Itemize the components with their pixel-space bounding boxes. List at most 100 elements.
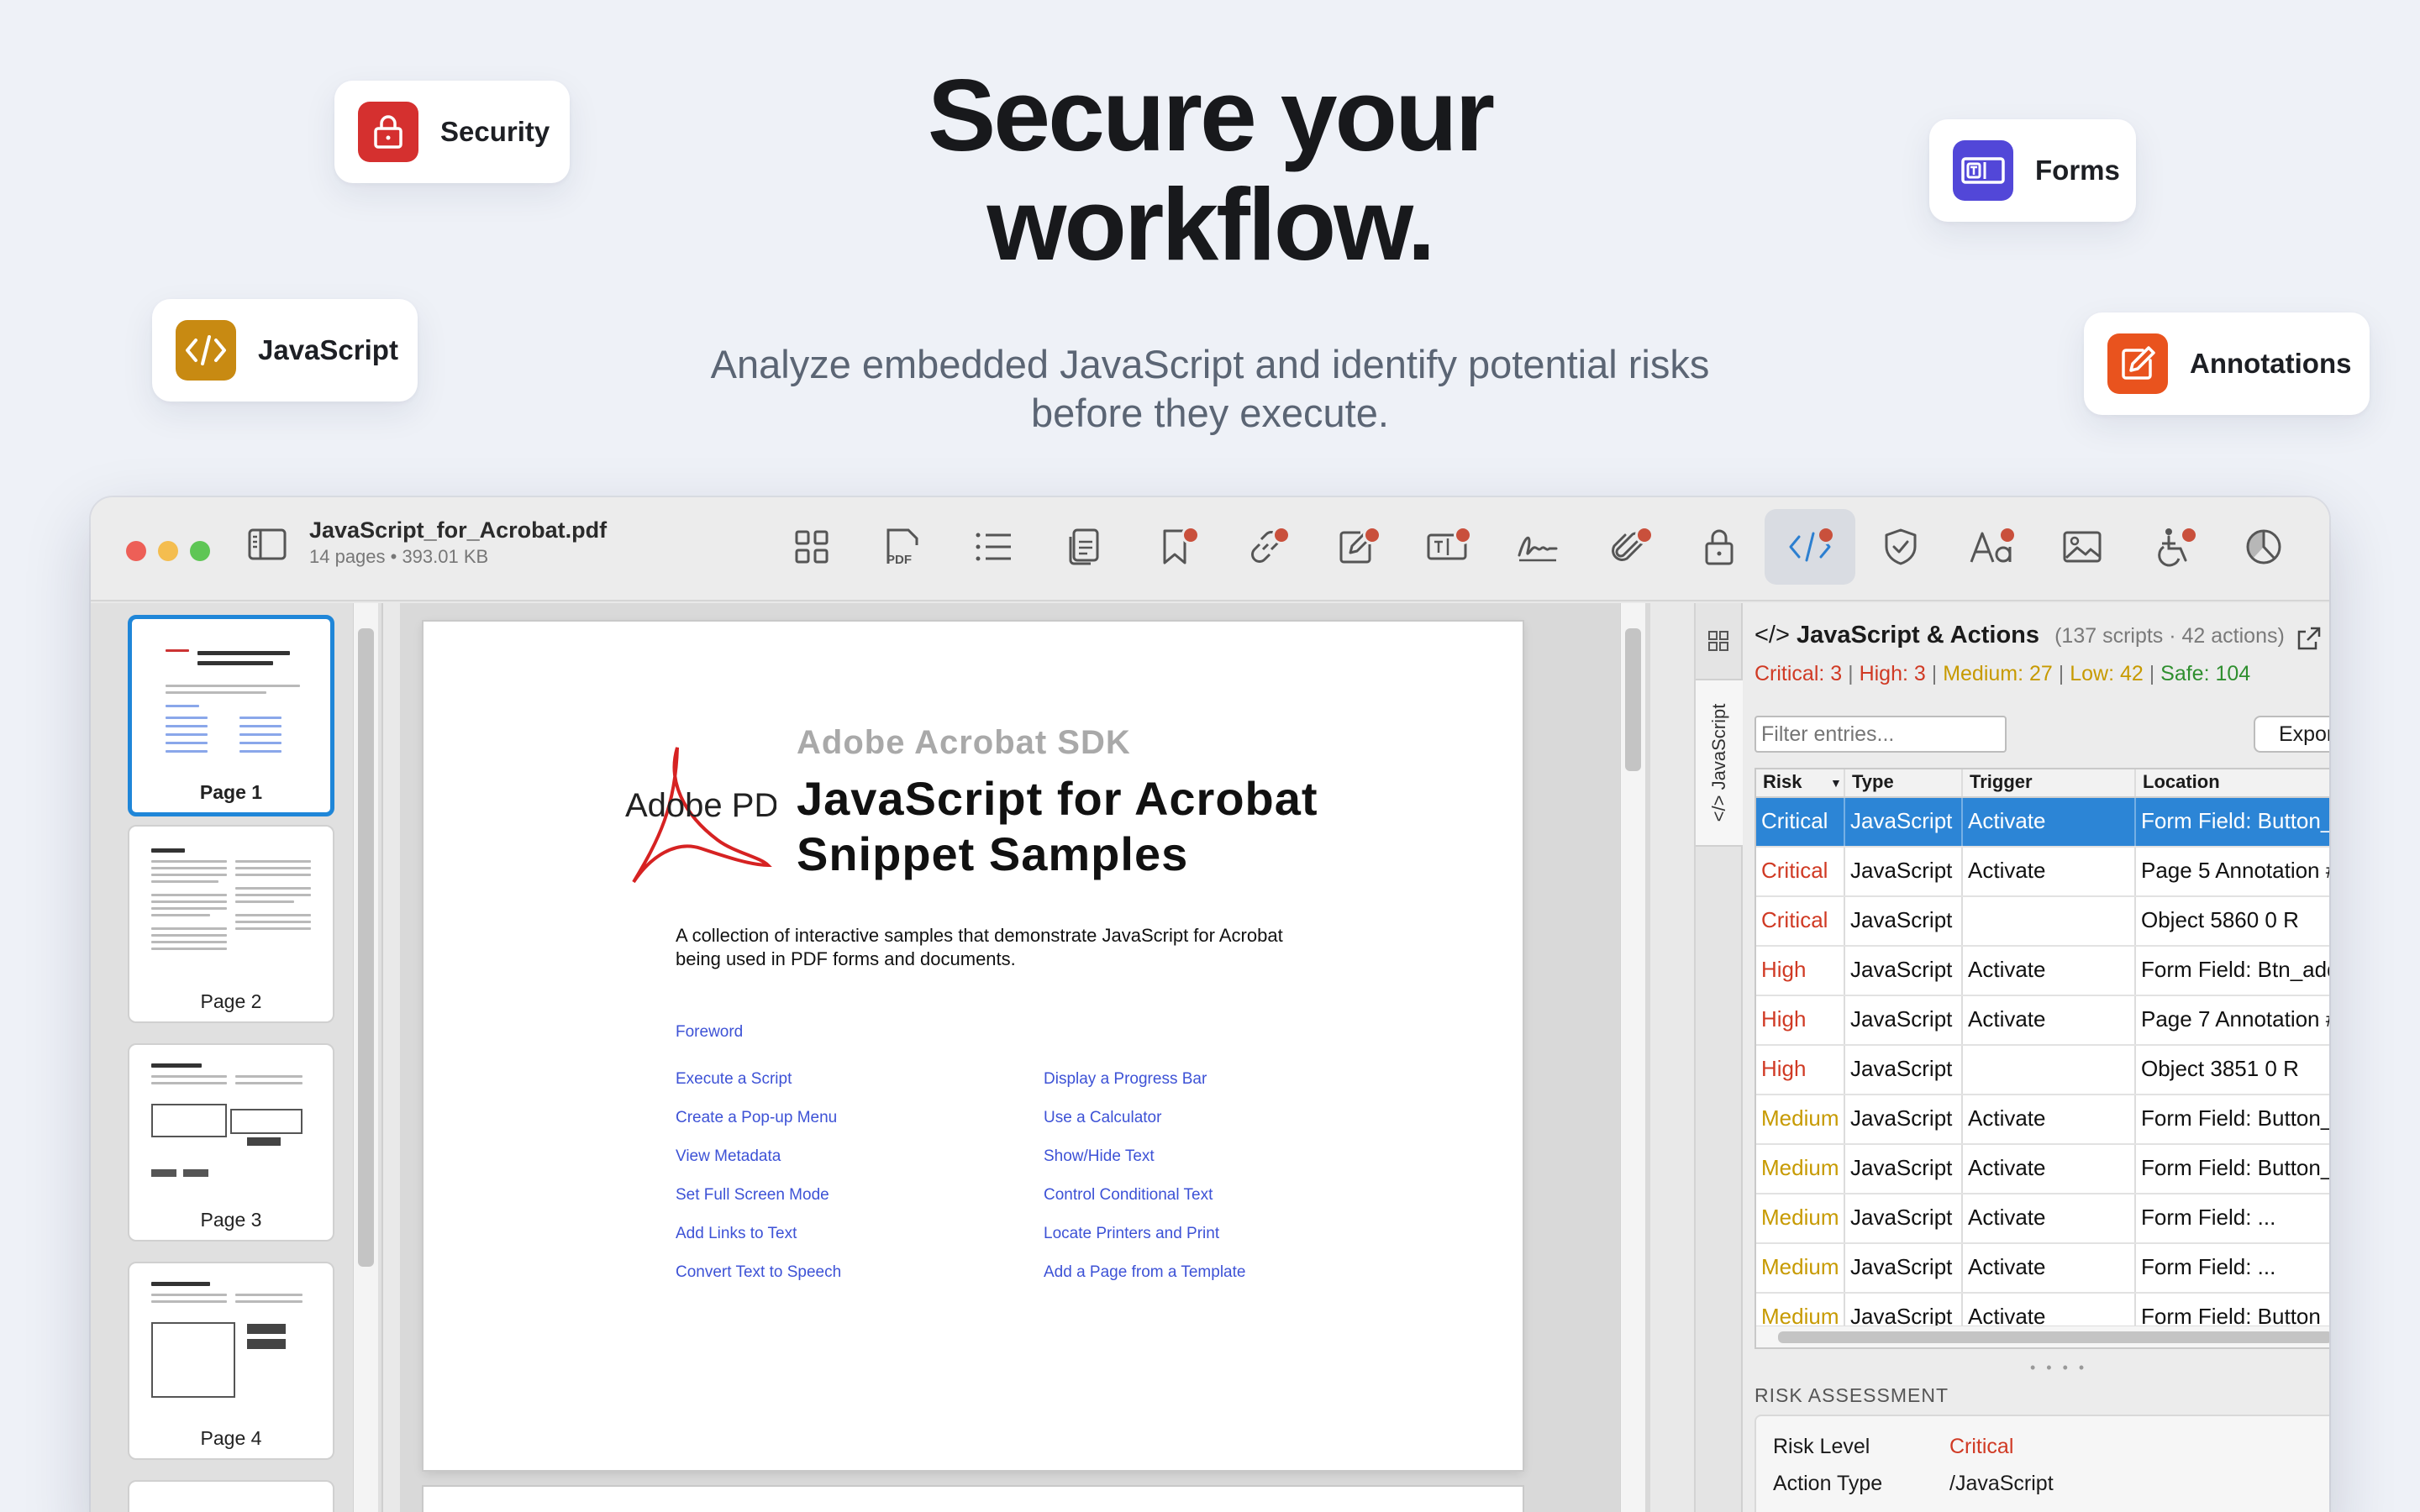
feature-label-annotations: Annotations <box>2190 348 2352 379</box>
cell-risk: Medium <box>1761 1105 1839 1131</box>
grid-icon[interactable] <box>1707 630 1729 656</box>
resize-handle[interactable]: • • • • <box>2030 1359 2087 1377</box>
table-row[interactable]: Medium JavaScript Activate Form Field: ... <box>1756 1194 2329 1244</box>
table-row[interactable]: Critical JavaScript Activate Page 5 Annotat… <box>1756 848 2329 897</box>
bookmark-icon[interactable] <box>1129 509 1220 585</box>
pop-out-icon[interactable] <box>2296 625 2323 656</box>
notification-dot <box>1181 526 1200 544</box>
table-row[interactable]: Critical JavaScript Object 5860 0 R <box>1756 897 2329 947</box>
font-icon[interactable] <box>1946 509 2037 585</box>
form-field-icon <box>1953 140 2013 201</box>
link-printers[interactable]: Locate Printers and Print <box>1044 1225 1219 1243</box>
cell-trigger: Activate <box>1968 957 2046 982</box>
summary-high: High: 3 <box>1859 662 1926 685</box>
thumbnail-scrollbar[interactable] <box>353 603 378 1512</box>
notification-dot <box>1998 526 2017 544</box>
summary-separator: | <box>1925 662 1944 685</box>
thumbnail-label: Page 2 <box>200 990 262 1012</box>
link-foreword[interactable]: Foreword <box>676 1023 743 1042</box>
link-add-links[interactable]: Add Links to Text <box>676 1225 797 1243</box>
zoom-window-button[interactable] <box>190 541 210 561</box>
thumbnail-label: Page 1 <box>199 781 263 803</box>
feature-card-security: Security <box>334 81 570 183</box>
risk-level-value: Critical <box>1949 1435 2014 1458</box>
cell-type: JavaScript <box>1850 1205 1953 1230</box>
table-row[interactable]: Critical JavaScript Activate Form Field: Bu… <box>1756 798 2329 848</box>
code-icon[interactable] <box>1765 509 1855 585</box>
pie-chart-icon[interactable] <box>2218 509 2309 585</box>
feature-card-forms: Forms <box>1929 119 2136 222</box>
cell-type: JavaScript <box>1850 1254 1953 1279</box>
outline-icon[interactable] <box>948 509 1039 585</box>
thumbnail-label: Page 3 <box>200 1209 262 1231</box>
lock-icon[interactable] <box>1674 509 1765 585</box>
scripts-table: Risk ▼ Type Trigger Location Critical Jav… <box>1754 768 2329 1349</box>
link-popup-menu[interactable]: Create a Pop-up Menu <box>676 1109 837 1127</box>
panel-title: </> JavaScript & Actions (137 scripts · … <box>1754 622 2285 649</box>
table-row[interactable]: High JavaScript Object 3851 0 R <box>1756 1046 2329 1095</box>
sdk-label: Adobe Acrobat SDK <box>797 724 1131 761</box>
table-row[interactable]: High JavaScript Activate Form Field: Btn_ad… <box>1756 947 2329 996</box>
thumbnails-icon[interactable] <box>766 509 857 585</box>
table-row[interactable]: Medium JavaScript Activate Form Field: ... <box>1756 1244 2329 1294</box>
form-field-icon[interactable] <box>1402 509 1492 585</box>
cell-location: Form Field: Btn_addLinks <box>2141 957 2329 982</box>
document-description: A collection of interactive samples that… <box>676 925 1283 969</box>
table-horizontal-scrollbar[interactable] <box>1756 1326 2329 1347</box>
link-page-template[interactable]: Add a Page from a Template <box>1044 1263 1245 1282</box>
summary-low: Low: 42 <box>2070 662 2144 685</box>
column-location[interactable]: Location <box>2143 771 2220 793</box>
notification-dot <box>1817 526 1835 544</box>
summary-separator: | <box>2052 662 2070 685</box>
minimize-window-button[interactable] <box>158 541 178 561</box>
close-window-button[interactable] <box>126 541 146 561</box>
thumbnail-page-5[interactable] <box>128 1480 334 1512</box>
signature-icon[interactable] <box>1492 509 1583 585</box>
table-row[interactable]: Medium JavaScript Activate Form Field: Butt… <box>1756 1095 2329 1145</box>
shield-check-icon[interactable] <box>1855 509 1946 585</box>
filter-input[interactable] <box>1754 716 2007 753</box>
table-row[interactable]: Medium JavaScript Activate Form Field: Butt… <box>1756 1145 2329 1194</box>
table-header: Risk ▼ Type Trigger Location <box>1756 769 2329 798</box>
image-icon[interactable] <box>2037 509 2128 585</box>
summary-separator: | <box>1842 662 1860 685</box>
document-heading-line1: JavaScript for Acrobat <box>797 772 1318 825</box>
link-icon[interactable] <box>1220 509 1311 585</box>
document-scrollbar[interactable] <box>1620 603 1645 1512</box>
link-execute-script[interactable]: Execute a Script <box>676 1070 792 1089</box>
accessibility-icon[interactable] <box>2128 509 2218 585</box>
risk-summary: Critical: 3 | High: 3 | Medium: 27 | Low… <box>1754 662 2250 686</box>
sort-icon[interactable]: ▼ <box>1830 776 1842 790</box>
annotate-icon[interactable] <box>1311 509 1402 585</box>
thumbnail-page-1[interactable]: Page 1 <box>128 615 334 816</box>
export-button[interactable]: Export ▼ <box>2254 716 2329 753</box>
cell-risk: Medium <box>1761 1254 1839 1279</box>
link-full-screen[interactable]: Set Full Screen Mode <box>676 1186 829 1205</box>
attachment-icon[interactable] <box>1583 509 1674 585</box>
sidebar-toggle-icon[interactable] <box>247 528 287 565</box>
cell-type: JavaScript <box>1850 808 1953 833</box>
pdf-icon[interactable]: PDF <box>857 509 948 585</box>
link-view-metadata[interactable]: View Metadata <box>676 1147 781 1166</box>
panel-side-tabs: </> JavaScript <box>1696 603 1743 1512</box>
cell-type: JavaScript <box>1850 907 1953 932</box>
title-bar: JavaScript_for_Acrobat.pdf 14 pages • 39… <box>91 497 2329 601</box>
thumbnail-page-2[interactable]: Page 2 <box>128 825 334 1023</box>
thumbnail-page-4[interactable]: Page 4 <box>128 1262 334 1460</box>
document-title: JavaScript_for_Acrobat.pdf <box>309 517 608 543</box>
link-text-to-speech[interactable]: Convert Text to Speech <box>676 1263 841 1282</box>
thumbnail-page-3[interactable]: Page 3 <box>128 1043 334 1242</box>
feature-label-security: Security <box>440 116 550 147</box>
pages-icon[interactable] <box>1039 509 1129 585</box>
cell-location: Page 7 Annotation #3 (/Link) <box>2141 1006 2329 1032</box>
link-show-hide-text[interactable]: Show/Hide Text <box>1044 1147 1155 1166</box>
column-trigger[interactable]: Trigger <box>1970 771 2033 793</box>
notification-dot <box>2180 526 2198 544</box>
column-risk[interactable]: Risk <box>1763 771 1802 793</box>
column-type[interactable]: Type <box>1852 771 1894 793</box>
link-progress-bar[interactable]: Display a Progress Bar <box>1044 1070 1207 1089</box>
link-calculator[interactable]: Use a Calculator <box>1044 1109 1161 1127</box>
cell-type: JavaScript <box>1850 1006 1953 1032</box>
link-conditional-text[interactable]: Control Conditional Text <box>1044 1186 1213 1205</box>
table-row[interactable]: High JavaScript Activate Page 7 Annotation … <box>1756 996 2329 1046</box>
